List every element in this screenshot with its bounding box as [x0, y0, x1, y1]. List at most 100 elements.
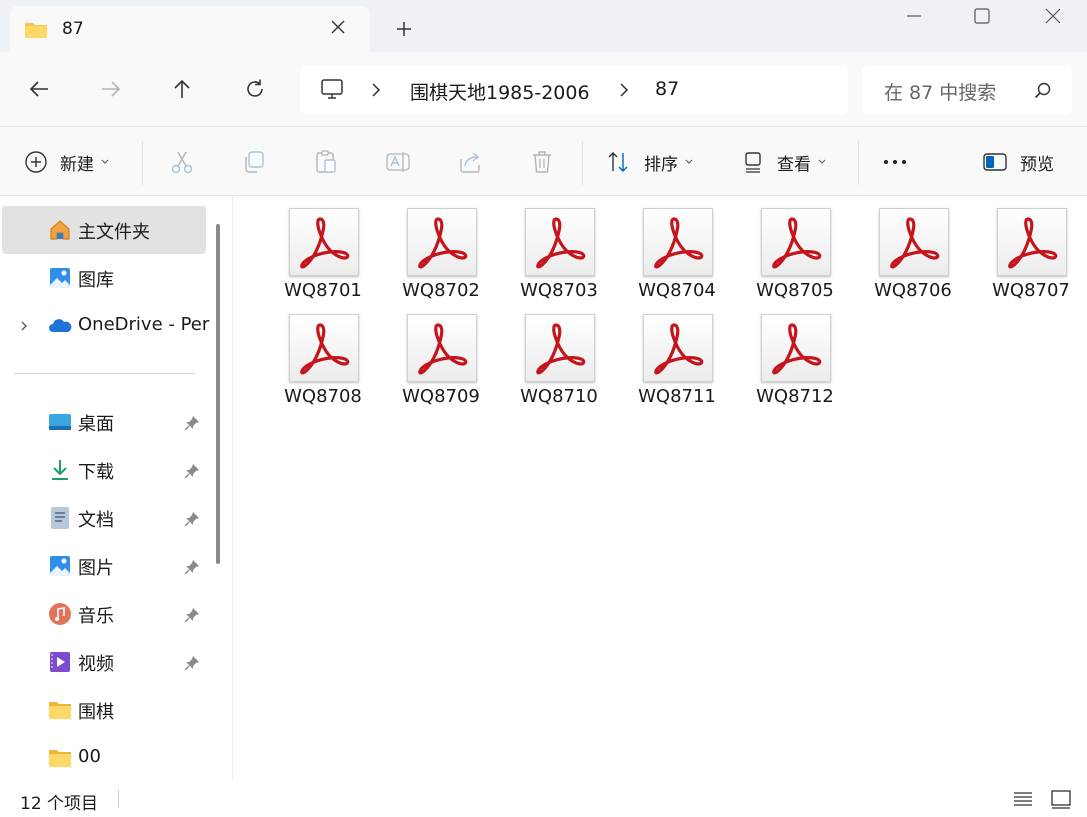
file-item[interactable]: WQ8712 [738, 302, 848, 407]
breadcrumb-item[interactable]: 围棋天地1985-2006 [410, 78, 590, 105]
file-item[interactable]: WQ8707 [974, 196, 1084, 301]
file-name: WQ8703 [520, 280, 598, 301]
minimize-icon[interactable] [902, 6, 926, 28]
file-item[interactable]: WQ8711 [620, 302, 730, 407]
title-bar: 87 [0, 0, 1087, 52]
breadcrumb-item[interactable]: 87 [655, 78, 679, 100]
maximize-icon[interactable] [970, 6, 994, 28]
sidebar-item-music[interactable]: 音乐 [0, 590, 206, 638]
cut-icon[interactable] [169, 149, 195, 175]
share-icon[interactable] [457, 149, 483, 175]
file-item[interactable]: WQ8706 [856, 196, 966, 301]
chevron-down-icon [101, 159, 109, 164]
search-input[interactable]: 在 87 中搜索 [862, 66, 1072, 114]
file-name: WQ8704 [638, 280, 716, 301]
view-icon [745, 152, 761, 173]
pdf-icon [643, 314, 713, 382]
pin-icon[interactable] [184, 655, 200, 671]
details-view-icon[interactable] [1012, 788, 1034, 810]
desktop-icon [49, 414, 71, 430]
pin-icon[interactable] [184, 511, 200, 527]
sidebar-item-label: 视频 [78, 654, 114, 675]
copy-icon[interactable] [241, 149, 267, 175]
sort-button[interactable]: 排序 [606, 127, 694, 197]
file-view[interactable]: WQ8701 WQ8702 WQ8703 WQ8704 WQ8705 WQ8706 WQ87… [233, 196, 1087, 780]
delete-icon[interactable] [529, 149, 555, 175]
pdf-icon [525, 314, 595, 382]
file-item[interactable]: WQ8709 [384, 302, 494, 407]
video-icon [50, 652, 70, 672]
up-icon[interactable] [171, 78, 193, 100]
forward-icon[interactable] [100, 78, 122, 100]
pin-icon[interactable] [184, 415, 200, 431]
preview-button[interactable]: 预览 [982, 127, 1054, 197]
toolbar-divider [858, 141, 859, 185]
sidebar-item-home[interactable]: 主文件夹 [2, 206, 206, 254]
sidebar-item-label: 桌面 [78, 414, 114, 435]
folder-icon [49, 702, 71, 719]
more-options-icon[interactable] [882, 149, 908, 175]
preview-pane-icon [983, 153, 1007, 171]
sidebar-item-desktop[interactable]: 桌面 [0, 398, 206, 446]
pdf-icon [289, 208, 359, 276]
sidebar-item-gallery[interactable]: 图库 [0, 254, 206, 302]
search-icon[interactable] [1034, 82, 1052, 100]
pin-icon[interactable] [184, 559, 200, 575]
close-window-icon[interactable] [1041, 6, 1065, 28]
tab-title: 87 [62, 19, 84, 39]
sidebar-scrollbar[interactable] [216, 224, 220, 564]
new-button[interactable]: 新建 [24, 127, 110, 197]
pin-icon[interactable] [184, 607, 200, 623]
file-item[interactable]: WQ8710 [502, 302, 612, 407]
toolbar-divider [142, 141, 143, 185]
sidebar-item-pictures[interactable]: 图片 [0, 542, 206, 590]
sidebar-item-videos[interactable]: 视频 [0, 638, 206, 686]
toolbar-divider [582, 141, 583, 185]
sidebar-item-00[interactable]: 00 [0, 734, 206, 780]
file-item[interactable]: WQ8702 [384, 196, 494, 301]
chevron-down-icon [685, 159, 693, 164]
rename-icon[interactable] [385, 149, 411, 175]
pdf-icon [289, 314, 359, 382]
large-icons-view-icon[interactable] [1050, 788, 1072, 810]
pdf-icon [407, 314, 477, 382]
new-tab-icon[interactable] [392, 17, 416, 41]
chevron-right-icon[interactable] [368, 82, 384, 98]
address-bar[interactable]: 围棋天地1985-2006 87 [300, 66, 848, 114]
sidebar-item-label: OneDrive - Per [78, 314, 210, 335]
sidebar-item-weiqi[interactable]: 围棋 [0, 686, 206, 734]
file-name: WQ8707 [992, 280, 1070, 301]
pin-icon[interactable] [184, 463, 200, 479]
refresh-icon[interactable] [244, 78, 266, 100]
file-item[interactable]: WQ8708 [266, 302, 376, 407]
item-count: 12 个项目 [20, 794, 99, 814]
pdf-icon [525, 208, 595, 276]
sidebar-item-downloads[interactable]: 下载 [0, 446, 206, 494]
back-icon[interactable] [28, 78, 50, 100]
new-label: 新建 [60, 154, 94, 175]
sort-label: 排序 [644, 154, 678, 175]
close-tab-icon[interactable] [328, 17, 348, 37]
chevron-right-icon[interactable] [616, 82, 632, 98]
paste-icon[interactable] [313, 149, 339, 175]
chevron-right-icon[interactable] [18, 320, 30, 332]
file-name: WQ8702 [402, 280, 480, 301]
this-pc-icon [321, 79, 343, 99]
file-name: WQ8712 [756, 386, 834, 407]
tab-87[interactable]: 87 [10, 6, 370, 52]
file-item[interactable]: WQ8704 [620, 196, 730, 301]
view-button[interactable]: 查看 [743, 127, 827, 197]
gallery-icon [50, 268, 70, 288]
view-label: 查看 [777, 154, 811, 175]
sidebar-item-documents[interactable]: 文档 [0, 494, 206, 542]
chevron-down-icon [818, 159, 826, 164]
file-item[interactable]: WQ8701 [266, 196, 376, 301]
file-item[interactable]: WQ8705 [738, 196, 848, 301]
pdf-icon [997, 208, 1067, 276]
document-icon [51, 507, 69, 529]
sidebar-item-onedrive[interactable]: OneDrive - Per [0, 302, 210, 350]
download-icon [52, 460, 68, 480]
status-divider [118, 790, 119, 808]
file-item[interactable]: WQ8703 [502, 196, 612, 301]
sidebar-divider [14, 373, 195, 374]
